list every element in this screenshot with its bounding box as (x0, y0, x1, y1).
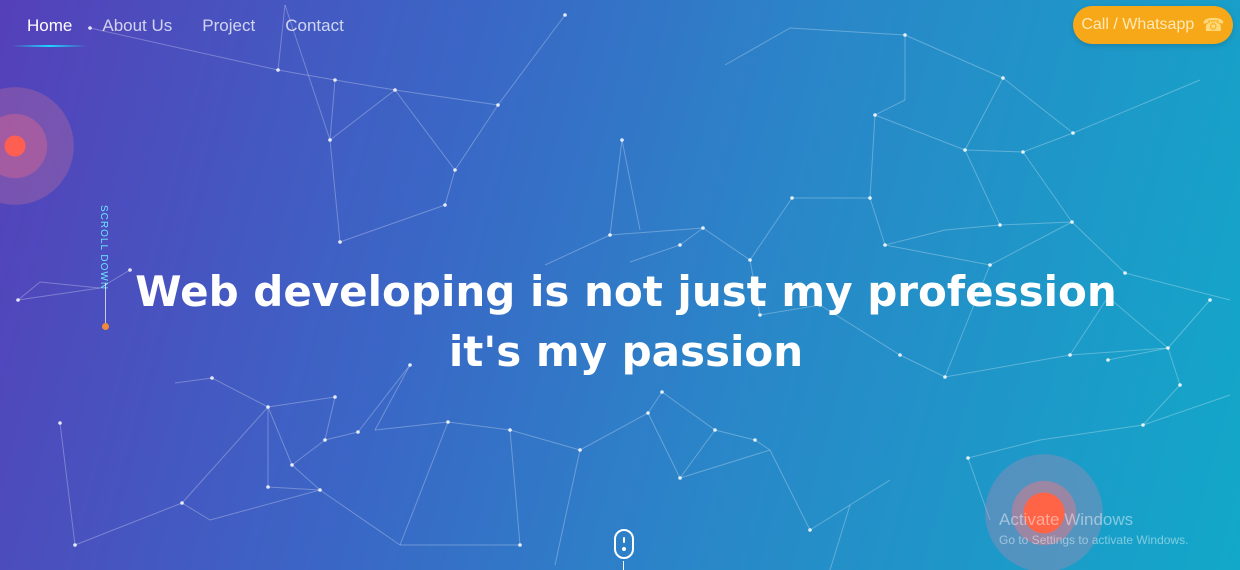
call-whatsapp-label: Call / Whatsapp (1081, 16, 1195, 33)
mouse-scroll-icon[interactable] (614, 529, 634, 559)
nav-item-contact[interactable]: Contact (270, 14, 359, 38)
nav-item-home[interactable]: Home (12, 14, 88, 47)
mouse-dot (622, 547, 626, 551)
main-nav: Home About Us Project Contact (12, 14, 359, 47)
hero-headline-line-2: it's my passion (448, 327, 804, 376)
mouse-wheel (623, 537, 625, 543)
mouse-scroll-tail (623, 561, 624, 570)
watermark-subtitle: Go to Settings to activate Windows. (999, 533, 1189, 548)
activate-windows-watermark: Activate Windows Go to Settings to activ… (999, 510, 1188, 548)
hero-headline: Web developing is not just my profession… (0, 262, 1240, 382)
hero-headline-line-1: Web developing is not just my profession (135, 267, 1117, 316)
call-whatsapp-button[interactable]: Call / Whatsapp ☎ (1073, 6, 1233, 44)
hero-section: Home About Us Project Contact Call / Wha… (0, 0, 1240, 570)
phone-icon: ☎ (1202, 14, 1225, 35)
nav-item-project[interactable]: Project (187, 14, 270, 38)
nav-item-about-us[interactable]: About Us (87, 14, 187, 38)
watermark-title: Activate Windows (999, 510, 1134, 529)
